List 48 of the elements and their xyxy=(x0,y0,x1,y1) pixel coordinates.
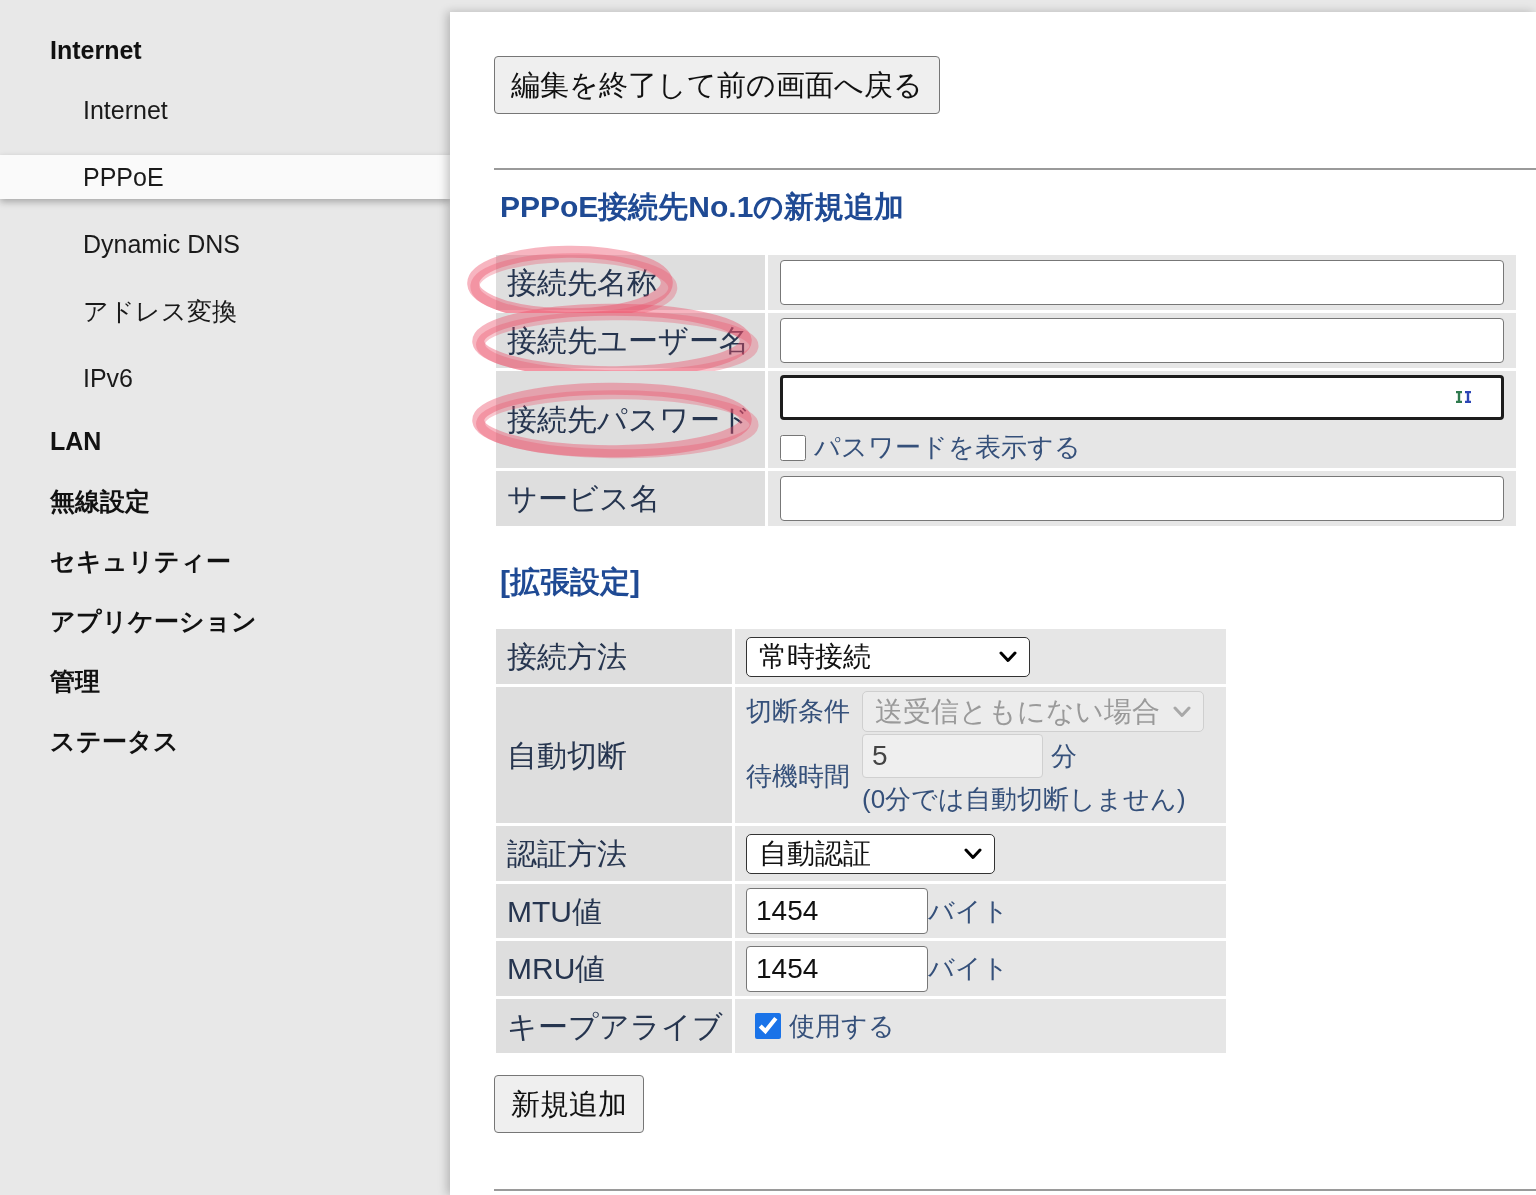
sidebar-group-item[interactable]: アプリケーション xyxy=(0,591,450,651)
field-label: MRU値 xyxy=(496,941,732,996)
sidebar-group-item[interactable]: 管理 xyxy=(0,651,450,711)
text-input-field[interactable] xyxy=(780,318,1504,363)
field-label: 接続先パスワード xyxy=(496,371,765,468)
field-label: 接続先名称 xyxy=(496,255,765,310)
sidebar-group-item[interactable]: セキュリティー xyxy=(0,531,450,591)
autofill-icon xyxy=(1456,391,1473,403)
checkbox-label: 使用する xyxy=(789,1009,895,1043)
field-label: サービス名 xyxy=(496,471,765,526)
dropdown-select[interactable]: 常時接続 xyxy=(746,636,1030,677)
field-label: 切断条件 xyxy=(746,695,850,728)
unit-label: バイト xyxy=(928,952,1009,985)
sidebar-item[interactable]: アドレス変換 xyxy=(0,289,450,333)
sidebar-item[interactable]: IPv6 xyxy=(0,356,450,400)
section-title: [拡張設定] xyxy=(500,564,641,600)
text-input-field[interactable] xyxy=(780,260,1504,305)
sidebar-item[interactable]: PPPoE xyxy=(0,155,450,199)
text-input-field[interactable] xyxy=(780,476,1504,521)
add-button[interactable]: 新規追加 xyxy=(494,1075,644,1133)
sidebar-group-item[interactable]: 無線設定 xyxy=(0,471,450,531)
sidebar-group-item[interactable]: LAN xyxy=(0,411,450,471)
field-label: 自動切断 xyxy=(496,687,732,823)
field-label: 接続先ユーザー名 xyxy=(496,313,765,368)
checkbox-label: パスワードを表示する xyxy=(814,431,1081,464)
field-label: キープアライブ xyxy=(496,999,732,1053)
back-button[interactable]: 編集を終了して前の画面へ戻る xyxy=(494,56,940,114)
number-input-field[interactable]: 1454 xyxy=(746,888,928,934)
field-label: 接続方法 xyxy=(496,629,732,684)
unit-label: バイト xyxy=(928,894,1009,928)
sidebar-item[interactable]: Internet xyxy=(0,88,450,132)
chevron-down-icon xyxy=(999,650,1017,663)
show-password-checkbox[interactable] xyxy=(780,434,806,461)
number-input-field[interactable]: 1454 xyxy=(746,945,928,992)
chevron-down-icon xyxy=(964,847,982,860)
section-title: PPPoE接続先No.1の新規追加 xyxy=(500,189,906,225)
sidebar-item[interactable]: Dynamic DNS xyxy=(0,222,450,266)
field-label: 待機時間 xyxy=(746,760,850,793)
field-label: MTU値 xyxy=(496,884,732,938)
hint-text: (0分では自動切断しません) xyxy=(862,783,1187,816)
keepalive-checkbox[interactable] xyxy=(755,1013,781,1039)
dropdown-select[interactable]: 自動認証 xyxy=(746,833,995,874)
password-field[interactable] xyxy=(780,375,1504,420)
chevron-down-icon xyxy=(1173,705,1191,718)
field-label: 認証方法 xyxy=(496,826,732,881)
sidebar-group-item[interactable]: ステータス xyxy=(0,711,450,771)
unit-label: 分 xyxy=(1051,739,1077,773)
sidebar-group-item[interactable]: Internet xyxy=(0,20,450,80)
